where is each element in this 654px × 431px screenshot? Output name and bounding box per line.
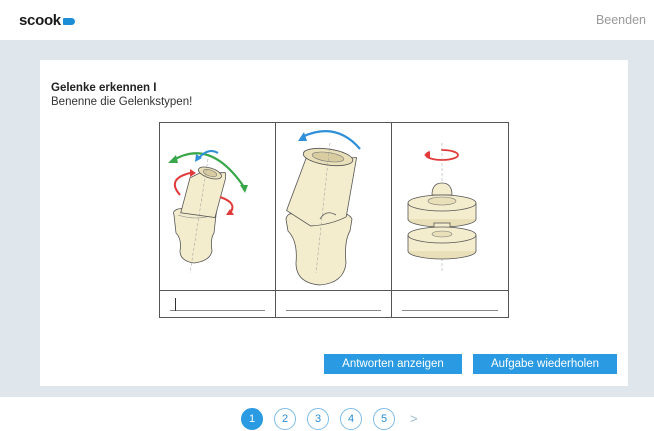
show-answers-button[interactable]: Antworten anzeigen <box>324 354 462 374</box>
joint-panels <box>160 123 508 291</box>
page-5-button[interactable]: 5 <box>373 408 395 430</box>
exercise-stage: Gelenke erkennen I Benenne die Gelenksty… <box>0 40 654 397</box>
answer-field-2[interactable] <box>286 297 381 311</box>
end-button[interactable]: Beenden <box>596 13 646 27</box>
exercise-card: Gelenke erkennen I Benenne die Gelenksty… <box>40 60 628 386</box>
hinge-joint-illustration <box>285 130 361 286</box>
joint-figure <box>159 122 509 318</box>
answer-cell-3 <box>392 291 508 317</box>
pivot-joint-illustration <box>407 143 477 273</box>
task-title: Gelenke erkennen I <box>51 82 157 94</box>
answer-cell-1 <box>160 291 276 317</box>
logo-mark-icon <box>62 18 75 25</box>
task-instruction: Benenne die Gelenkstypen! <box>51 96 193 108</box>
answer-cell-2 <box>276 291 392 317</box>
panel-ball-joint <box>160 123 276 290</box>
top-bar: scook Beenden <box>0 0 654 40</box>
panel-hinge-joint <box>276 123 392 290</box>
scook-logo[interactable]: scook <box>19 12 75 29</box>
ball-joint-illustration <box>168 150 248 274</box>
page-1-button[interactable]: 1 <box>241 408 263 430</box>
answer-row <box>160 291 508 317</box>
repeat-task-button[interactable]: Aufgabe wiederholen <box>473 354 617 374</box>
logo-text: scook <box>19 12 61 29</box>
panel-pivot-joint <box>392 123 508 290</box>
page-4-button[interactable]: 4 <box>340 408 362 430</box>
text-cursor <box>175 298 176 311</box>
page-3-button[interactable]: 3 <box>307 408 329 430</box>
next-page-chevron-icon[interactable]: > <box>410 411 418 426</box>
page-2-button[interactable]: 2 <box>274 408 296 430</box>
answer-field-3[interactable] <box>402 297 498 311</box>
answer-field-1[interactable] <box>170 297 265 311</box>
pagination: 1 2 3 4 5 > <box>0 397 654 431</box>
